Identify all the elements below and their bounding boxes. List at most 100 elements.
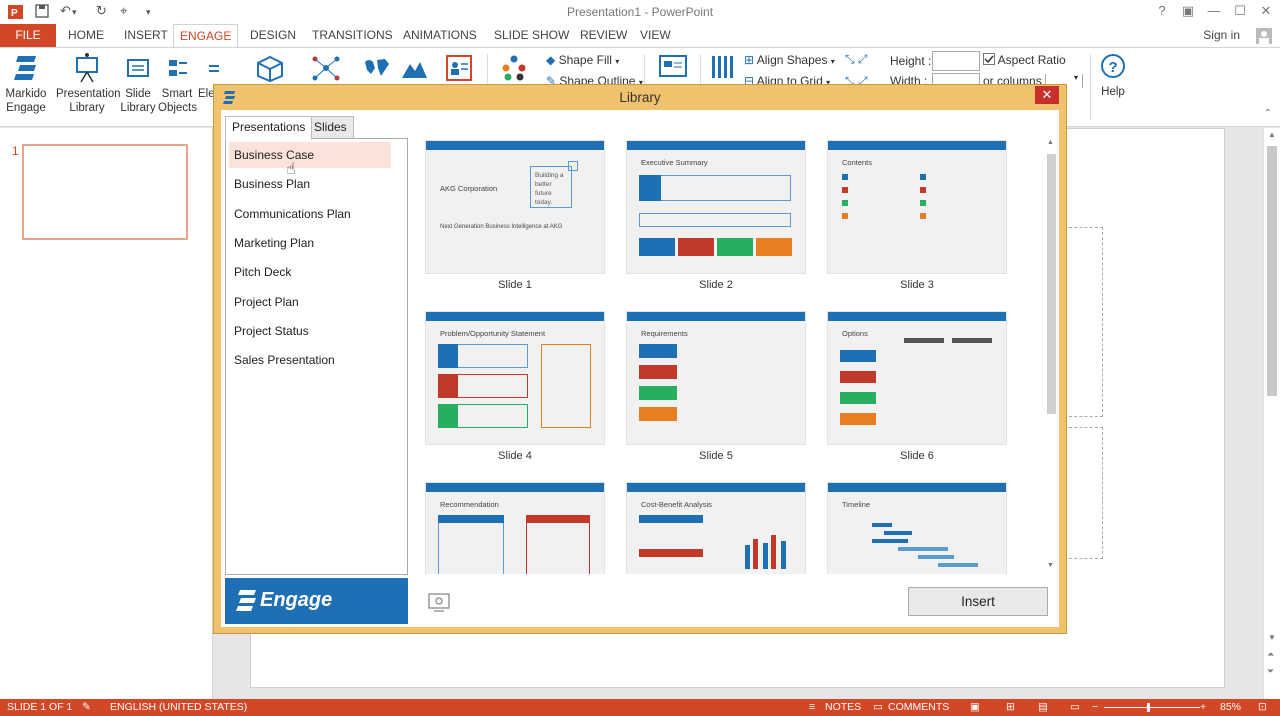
zoom-out-icon[interactable]: − — [1092, 701, 1098, 713]
scroll-down-icon[interactable]: ▼ — [1268, 633, 1276, 642]
reading-view-icon[interactable]: ▤ — [1038, 701, 1048, 713]
next-slide-icon[interactable]: ⏷ — [1267, 666, 1274, 677]
tab-review[interactable]: REVIEW — [574, 24, 633, 48]
slide-card[interactable]: Options Slide 6 — [827, 311, 1007, 462]
notes-check-icon[interactable]: ✎ — [82, 701, 91, 713]
list-item-business-plan[interactable]: Business Plan — [229, 171, 391, 197]
notes-button[interactable]: NOTES — [825, 701, 861, 713]
help-icon[interactable]: ? — [1152, 3, 1172, 21]
zoom-in-icon[interactable]: + — [1200, 701, 1206, 713]
slide-library-button[interactable]: Slide Library — [120, 52, 156, 115]
slide-card[interactable]: Recommendation — [425, 482, 605, 574]
align-shapes-button[interactable]: ⊞ Align Shapes ▾ — [744, 53, 835, 67]
contact-card-icon[interactable] — [445, 54, 473, 85]
vertical-scrollbar[interactable]: ▲ ▼ ⏶ ⏷ — [1263, 128, 1280, 699]
tab-engage[interactable]: ENGAGE — [173, 24, 239, 48]
list-item-communications-plan[interactable]: Communications Plan — [229, 201, 391, 227]
slide-thumbnail[interactable] — [22, 144, 188, 240]
slide-card[interactable]: Requirements Slide 5 — [626, 311, 806, 462]
list-item-project-status[interactable]: Project Status — [229, 318, 391, 344]
ribbon-separator — [1090, 54, 1091, 120]
tab-design[interactable]: DESIGN — [244, 24, 302, 48]
comments-button[interactable]: COMMENTS — [888, 701, 949, 713]
previous-slide-icon[interactable]: ⏶ — [1267, 649, 1274, 660]
presentation-library-button[interactable]: Presentation Library — [56, 52, 121, 115]
slide-card[interactable]: Timeline — [827, 482, 1007, 574]
zoom-slider-handle[interactable] — [1147, 703, 1150, 712]
insert-button[interactable]: Insert — [908, 587, 1048, 616]
normal-view-icon[interactable]: ▣ — [970, 701, 980, 713]
slide-preview-title: Timeline — [842, 500, 871, 509]
cubes-icon[interactable] — [255, 54, 285, 85]
tab-file[interactable]: FILE — [0, 24, 56, 48]
tab-slide-show[interactable]: SLIDE SHOW — [488, 24, 575, 48]
slide-label: Slide 2 — [699, 279, 733, 291]
scrollbar-thumb[interactable] — [1267, 146, 1277, 396]
opportunity-box — [541, 344, 591, 428]
tab-home[interactable]: HOME — [62, 24, 110, 48]
colored-dots-icon[interactable] — [500, 54, 528, 85]
recommendation-header — [438, 515, 504, 523]
help-button[interactable]: ? Help — [1096, 52, 1130, 99]
gallery-scrollbar[interactable]: ▲ ▼ — [1044, 138, 1058, 574]
subtitle-placeholder[interactable] — [1069, 427, 1103, 559]
slide-card[interactable]: Cost-Benefit Analysis — [626, 482, 806, 574]
zoom-slider[interactable] — [1104, 703, 1200, 712]
zoom-level[interactable]: 85% — [1220, 701, 1241, 713]
markido-engage-button[interactable]: Markido Engage — [4, 52, 48, 115]
language[interactable]: ENGLISH (UNITED STATES) — [110, 701, 247, 713]
resize-icon[interactable]: ⤡ ⤢ — [845, 52, 868, 67]
sign-in-link[interactable]: Sign in — [1203, 28, 1240, 42]
list-item-business-case[interactable]: Business Case — [229, 142, 391, 168]
contents-bullet — [920, 174, 926, 180]
world-map-icon[interactable] — [363, 56, 391, 83]
slide-header-bar — [627, 141, 805, 150]
slide-card[interactable]: AKG Corporation Building a better future… — [425, 140, 605, 291]
user-avatar-icon[interactable] — [1256, 28, 1272, 47]
scroll-up-icon[interactable]: ▲ — [1047, 139, 1054, 146]
columns-icon[interactable] — [710, 54, 736, 83]
benefits-header — [526, 515, 590, 523]
title-placeholder[interactable] — [1069, 227, 1103, 417]
options-column-header — [952, 338, 992, 343]
smart-objects-button[interactable]: Smart Objects — [158, 52, 197, 115]
tab-insert[interactable]: INSERT — [118, 24, 174, 48]
close-window-icon[interactable]: ✕ — [1256, 3, 1276, 21]
tab-view[interactable]: VIEW — [634, 24, 677, 48]
slide-layout-icon[interactable] — [658, 54, 688, 85]
dialog-close-button[interactable]: ✕ — [1035, 86, 1059, 104]
smart-objects-icon — [169, 60, 187, 76]
slide-sorter-icon[interactable]: ⊞ — [1006, 701, 1015, 713]
tab-animations[interactable]: ANIMATIONS — [397, 24, 483, 48]
minimize-icon[interactable]: — — [1204, 3, 1224, 21]
list-item-project-plan[interactable]: Project Plan — [229, 289, 391, 315]
slide-card[interactable]: Contents Slide 3 — [827, 140, 1007, 291]
slideshow-icon[interactable]: ▭ — [1070, 701, 1080, 713]
list-item-sales-presentation[interactable]: Sales Presentation — [229, 347, 391, 373]
list-item-pitch-deck[interactable]: Pitch Deck — [229, 259, 391, 285]
presentation-list: Business Case Business Plan Communicatio… — [225, 138, 408, 575]
slide-header-bar — [627, 312, 805, 321]
slide-card[interactable]: Problem/Opportunity Statement Slide 4 — [425, 311, 605, 462]
tab-transitions[interactable]: TRANSITIONS — [306, 24, 399, 48]
slide-preview: Cost-Benefit Analysis — [626, 482, 806, 574]
slide-header-bar — [828, 312, 1006, 321]
scroll-down-icon[interactable]: ▼ — [1047, 562, 1054, 569]
fit-slide-icon[interactable]: ⊡ — [1258, 701, 1267, 713]
aspect-ratio-checkbox[interactable]: Aspect Ratio — [983, 53, 1066, 67]
tab-presentations[interactable]: Presentations — [225, 116, 313, 140]
title-bar: P ↶ ▾ ↻ ⌖ ▾ Presentation1 - PowerPoint ?… — [0, 0, 1280, 24]
slide-card[interactable]: Executive Summary Slide 2 — [626, 140, 806, 291]
tab-slides[interactable]: Slides — [307, 116, 354, 139]
library-settings-button[interactable] — [428, 592, 450, 612]
scroll-up-icon[interactable]: ▲ — [1268, 130, 1276, 139]
shape-fill-button[interactable]: ◆ Shape Fill ▾ — [546, 53, 619, 67]
ribbon-display-icon[interactable]: ▣ — [1178, 3, 1198, 21]
maximize-icon[interactable]: ☐ — [1230, 3, 1250, 21]
mountain-chart-icon[interactable] — [400, 56, 428, 83]
network-icon[interactable] — [310, 54, 342, 85]
collapse-ribbon-icon[interactable]: ⌃ — [1264, 108, 1272, 119]
list-item-marketing-plan[interactable]: Marketing Plan — [229, 230, 391, 256]
height-input[interactable] — [932, 51, 980, 71]
gallery-scrollbar-thumb[interactable] — [1047, 154, 1056, 414]
